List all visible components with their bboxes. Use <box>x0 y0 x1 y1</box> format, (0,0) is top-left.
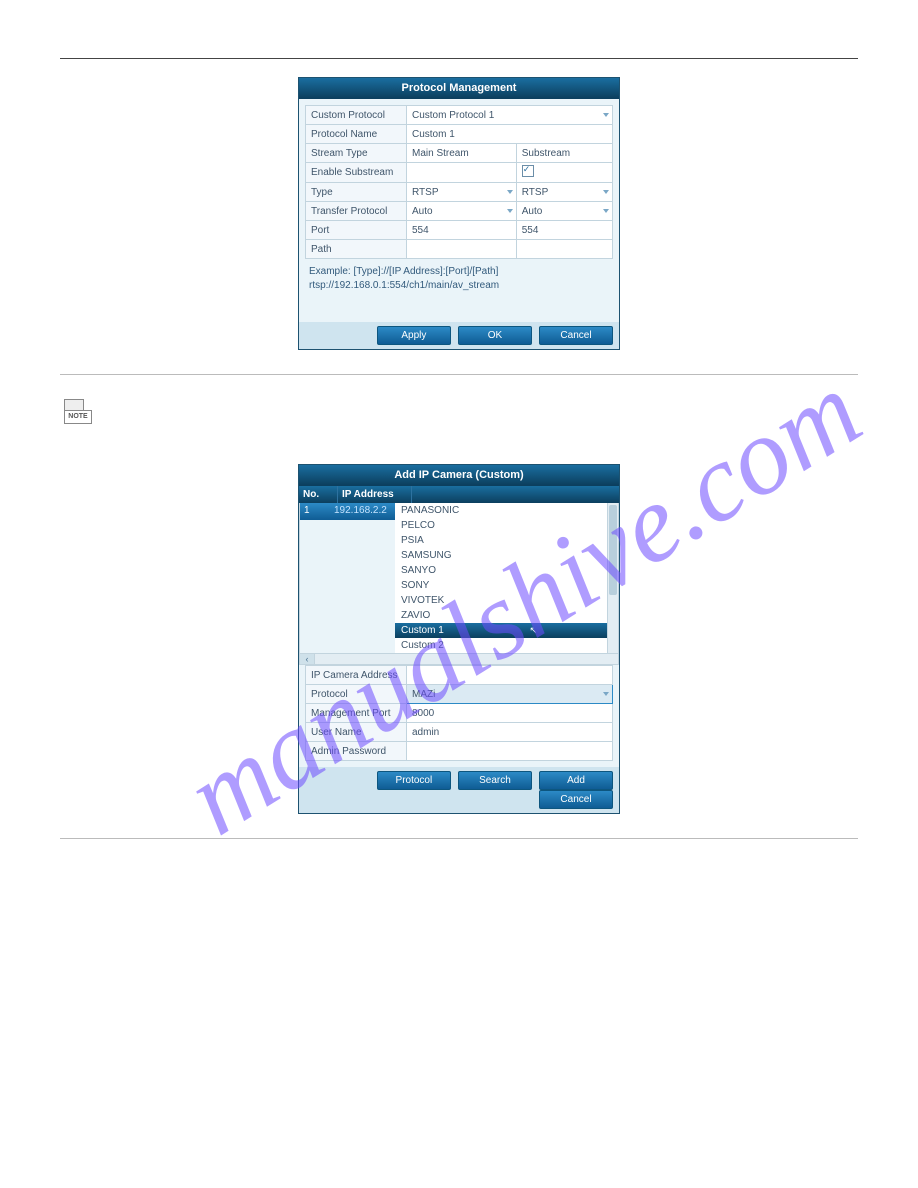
note-icon: NOTE <box>64 399 92 424</box>
enable-substream-checkbox-cell[interactable] <box>516 163 612 183</box>
path-label: Path <box>306 240 407 259</box>
section-separator <box>60 838 858 839</box>
port-main-input[interactable]: 554 <box>407 221 517 240</box>
transfer-main-select[interactable]: Auto <box>407 202 517 221</box>
admin-password-input[interactable] <box>407 742 613 761</box>
custom-protocol-label: Custom Protocol <box>306 106 407 125</box>
ip-camera-address-input[interactable] <box>407 666 613 685</box>
search-button[interactable]: Search <box>458 771 532 790</box>
path-main-input[interactable] <box>407 240 517 259</box>
row-ip[interactable]: 192.168.2.2 <box>330 503 395 520</box>
protocol-name-label: Protocol Name <box>306 125 407 144</box>
transfer-sub-select[interactable]: Auto <box>516 202 612 221</box>
list-item[interactable]: SANYO <box>395 563 607 578</box>
user-name-input[interactable]: admin <box>407 723 613 742</box>
check-icon <box>522 165 534 177</box>
list-item[interactable]: PSIA <box>395 533 607 548</box>
protocol-label: Protocol <box>306 685 407 704</box>
substream-header: Substream <box>516 144 612 163</box>
scrollbar-thumb[interactable] <box>609 505 617 595</box>
selected-option-label: Custom 1 <box>401 625 444 636</box>
page-top-rule <box>60 58 858 59</box>
column-ip[interactable]: IP Address <box>338 486 412 503</box>
add-ip-form-table: IP Camera Address Protocol MAZi Manageme… <box>305 665 613 761</box>
protocol-form-table: Custom Protocol Custom Protocol 1 Protoc… <box>305 105 613 259</box>
enable-substream-main <box>407 163 517 183</box>
main-stream-header: Main Stream <box>407 144 517 163</box>
protocol-button-row: Apply OK Cancel <box>299 322 619 349</box>
cursor-icon: ↖ <box>529 624 537 637</box>
add-button[interactable]: Add <box>539 771 613 790</box>
example-line1: Example: [Type]://[IP Address]:[Port]/[P… <box>309 266 498 277</box>
management-port-label: Management Port <box>306 704 407 723</box>
note-icon-label: NOTE <box>64 410 92 424</box>
protocol-select[interactable]: MAZi <box>407 685 613 704</box>
vertical-scrollbar[interactable] <box>607 503 618 653</box>
type-label: Type <box>306 183 407 202</box>
custom-protocol-select[interactable]: Custom Protocol 1 <box>407 106 613 125</box>
add-ip-camera-dialog: Add IP Camera (Custom) No. IP Address 1 … <box>298 464 620 814</box>
list-item[interactable]: SONY <box>395 578 607 593</box>
protocol-options-list[interactable]: PANASONIC PELCO PSIA SAMSUNG SANYO SONY … <box>395 503 607 653</box>
add-ip-button-row: Protocol Search Add Cancel <box>299 767 619 813</box>
path-sub-input[interactable] <box>516 240 612 259</box>
row-no[interactable]: 1 <box>300 503 330 520</box>
example-line2: rtsp://192.168.0.1:554/ch1/main/av_strea… <box>309 280 499 291</box>
example-text: Example: [Type]://[IP Address]:[Port]/[P… <box>305 259 613 316</box>
type-main-select[interactable]: RTSP <box>407 183 517 202</box>
ok-button[interactable]: OK <box>458 326 532 345</box>
stream-type-label: Stream Type <box>306 144 407 163</box>
list-item-selected[interactable]: Custom 1 ↖ <box>395 623 607 638</box>
management-port-input[interactable]: 8000 <box>407 704 613 723</box>
list-item[interactable]: PELCO <box>395 518 607 533</box>
ip-camera-address-label: IP Camera Address <box>306 666 407 685</box>
list-item[interactable]: VIVOTEK <box>395 593 607 608</box>
transfer-protocol-label: Transfer Protocol <box>306 202 407 221</box>
protocol-name-input[interactable]: Custom 1 <box>407 125 613 144</box>
list-item[interactable]: Custom 2 <box>395 638 607 653</box>
list-item[interactable]: PANASONIC <box>395 503 607 518</box>
cancel-button[interactable]: Cancel <box>539 790 613 809</box>
column-no[interactable]: No. <box>299 486 338 503</box>
list-item[interactable]: SAMSUNG <box>395 548 607 563</box>
list-area: 1 192.168.2.2 PANASONIC PELCO PSIA SAMSU… <box>299 503 619 654</box>
admin-password-label: Admin Password <box>306 742 407 761</box>
port-label: Port <box>306 221 407 240</box>
horizontal-scrollbar[interactable]: ‹ <box>299 654 619 665</box>
dialog-title: Protocol Management <box>299 78 619 99</box>
protocol-button[interactable]: Protocol <box>377 771 451 790</box>
apply-button[interactable]: Apply <box>377 326 451 345</box>
cancel-button[interactable]: Cancel <box>539 326 613 345</box>
port-sub-input[interactable]: 554 <box>516 221 612 240</box>
list-header: No. IP Address <box>299 486 619 503</box>
section-separator <box>60 374 858 375</box>
enable-substream-label: Enable Substream <box>306 163 407 183</box>
dialog-title: Add IP Camera (Custom) <box>299 465 619 486</box>
scroll-left-icon[interactable]: ‹ <box>300 654 315 664</box>
list-item[interactable]: ZAVIO <box>395 608 607 623</box>
type-sub-select[interactable]: RTSP <box>516 183 612 202</box>
protocol-management-dialog: Protocol Management Custom Protocol Cust… <box>298 77 620 350</box>
user-name-label: User Name <box>306 723 407 742</box>
